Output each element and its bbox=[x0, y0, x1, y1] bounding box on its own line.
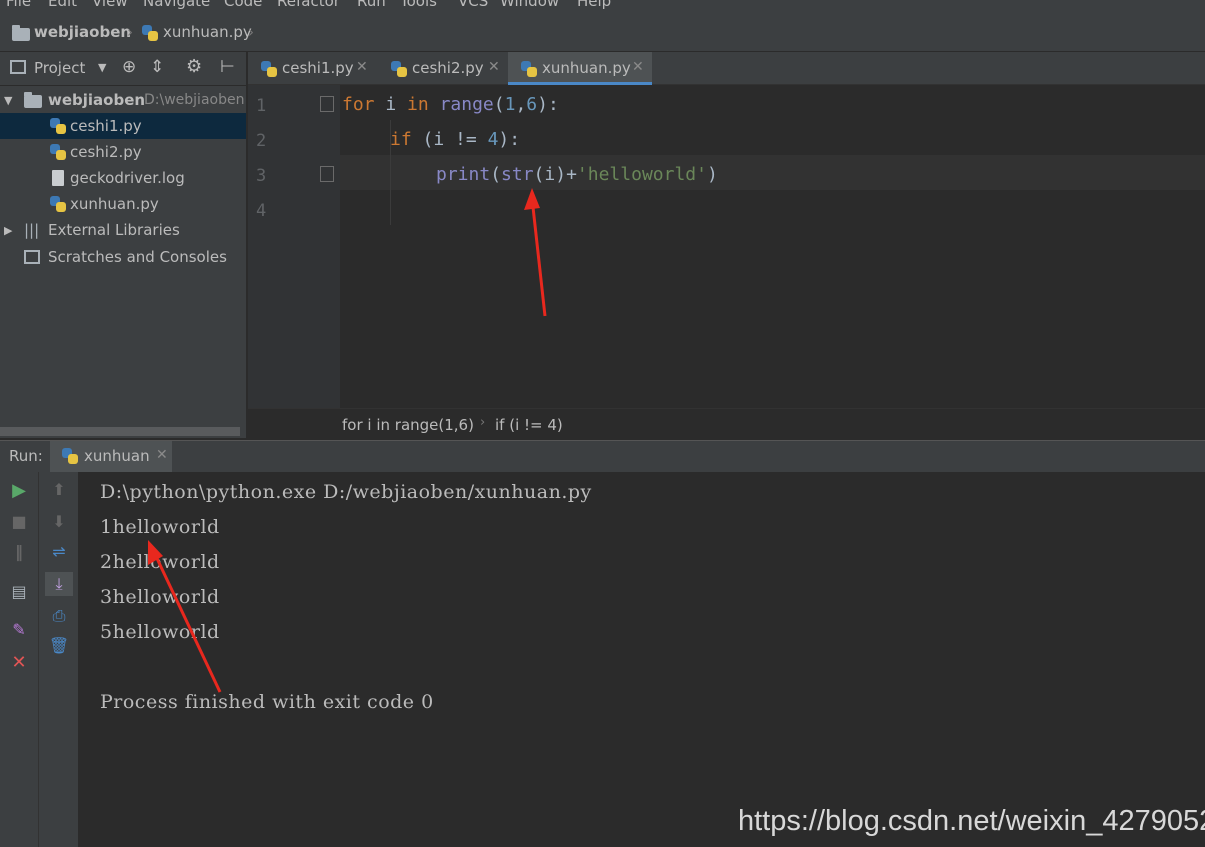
watermark: https://blog.csdn.net/weixin_42790526 bbox=[738, 805, 1205, 837]
annotation-arrow bbox=[151, 549, 222, 693]
annotation-arrows bbox=[148, 188, 547, 693]
arrow-head-icon bbox=[524, 188, 540, 210]
annotation-arrow bbox=[530, 197, 547, 317]
arrow-head-icon bbox=[148, 540, 163, 565]
